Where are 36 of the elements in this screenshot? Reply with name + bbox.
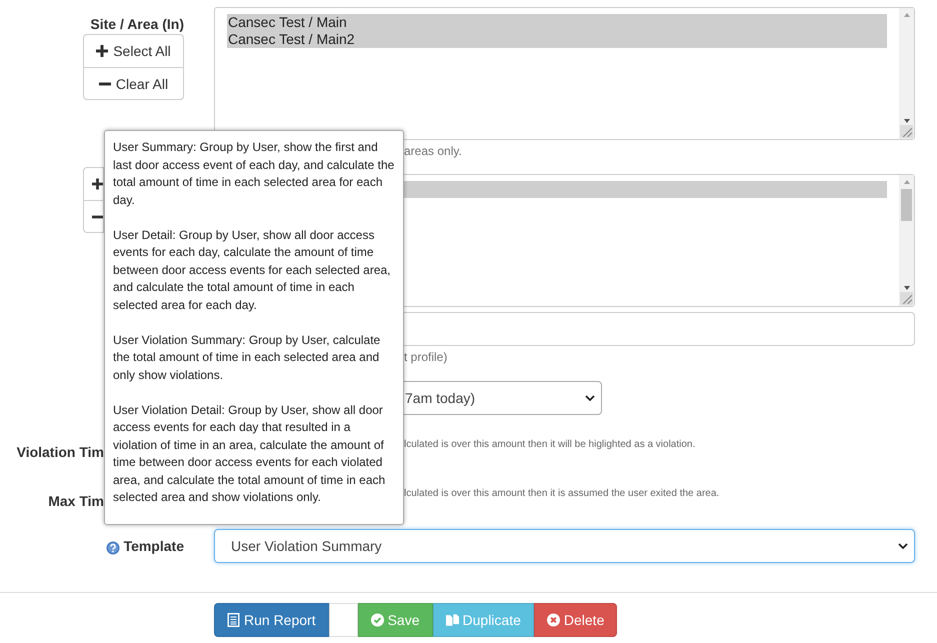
- tooltip-text: User Summary: Group by User, show the first and last door access event of each day, and calculate the total amount of time in each selected area for each day.: [113, 139, 395, 208]
- run-button[interactable]: Run Report: [214, 603, 329, 637]
- blank-button[interactable]: [328, 603, 358, 637]
- resize-grip-icon[interactable]: [900, 292, 913, 305]
- list-option[interactable]: Cansec Test / Main2: [227, 31, 887, 48]
- delete-button[interactable]: Delete: [534, 603, 618, 637]
- tooltip-text: User Detail: Group by User, show all door access events for each day, calculate the amount of time between door access events for each selected area, and calculate the total amount of time in each selected area for each day.: [113, 226, 392, 314]
- help-icon[interactable]: [106, 541, 120, 555]
- copy-icon: [446, 613, 459, 627]
- plus-icon: [96, 45, 108, 57]
- plus-icon: [92, 178, 103, 190]
- list-icon: [227, 613, 240, 627]
- field-label: Violation Tim: [16, 444, 104, 460]
- list-box[interactable]: Cansec Test / Main Cansec Test / Main2: [214, 7, 915, 140]
- clear-all-button[interactable]: [83, 200, 104, 233]
- help-text: lculated is over this amount then it is assumed the user exited the area.: [404, 488, 720, 499]
- check-circle-icon: [370, 613, 384, 627]
- field-label: Max Tim: [48, 493, 104, 509]
- chevron-down-icon: [585, 395, 595, 401]
- scroll-up-icon[interactable]: [902, 179, 910, 185]
- scroll-up-icon[interactable]: [902, 12, 910, 18]
- select-all-button[interactable]: Select All: [83, 34, 184, 67]
- close-circle-icon: [546, 613, 560, 627]
- list-option[interactable]: Cansec Test / Main: [227, 14, 887, 31]
- tooltip-text: User Violation Summary: Group by User, calculate the total amount of time in each selected area and only show violations.: [113, 332, 382, 384]
- clear-all-button[interactable]: Clear All: [83, 67, 184, 100]
- help-text: lculated is over this amount then it will be higlighted as a violation.: [404, 439, 696, 450]
- select-all-button[interactable]: [83, 167, 104, 200]
- template-select[interactable]: User Violation Summary: [214, 529, 915, 563]
- resize-grip-icon[interactable]: [900, 125, 913, 138]
- chevron-down-icon: [898, 543, 908, 549]
- field-label: Site / Area (In): [90, 16, 184, 32]
- field-label: Template: [124, 538, 184, 554]
- help-text: areas only.: [404, 144, 462, 158]
- scroll-thumb[interactable]: [901, 189, 912, 221]
- help-text: t profile): [404, 350, 448, 364]
